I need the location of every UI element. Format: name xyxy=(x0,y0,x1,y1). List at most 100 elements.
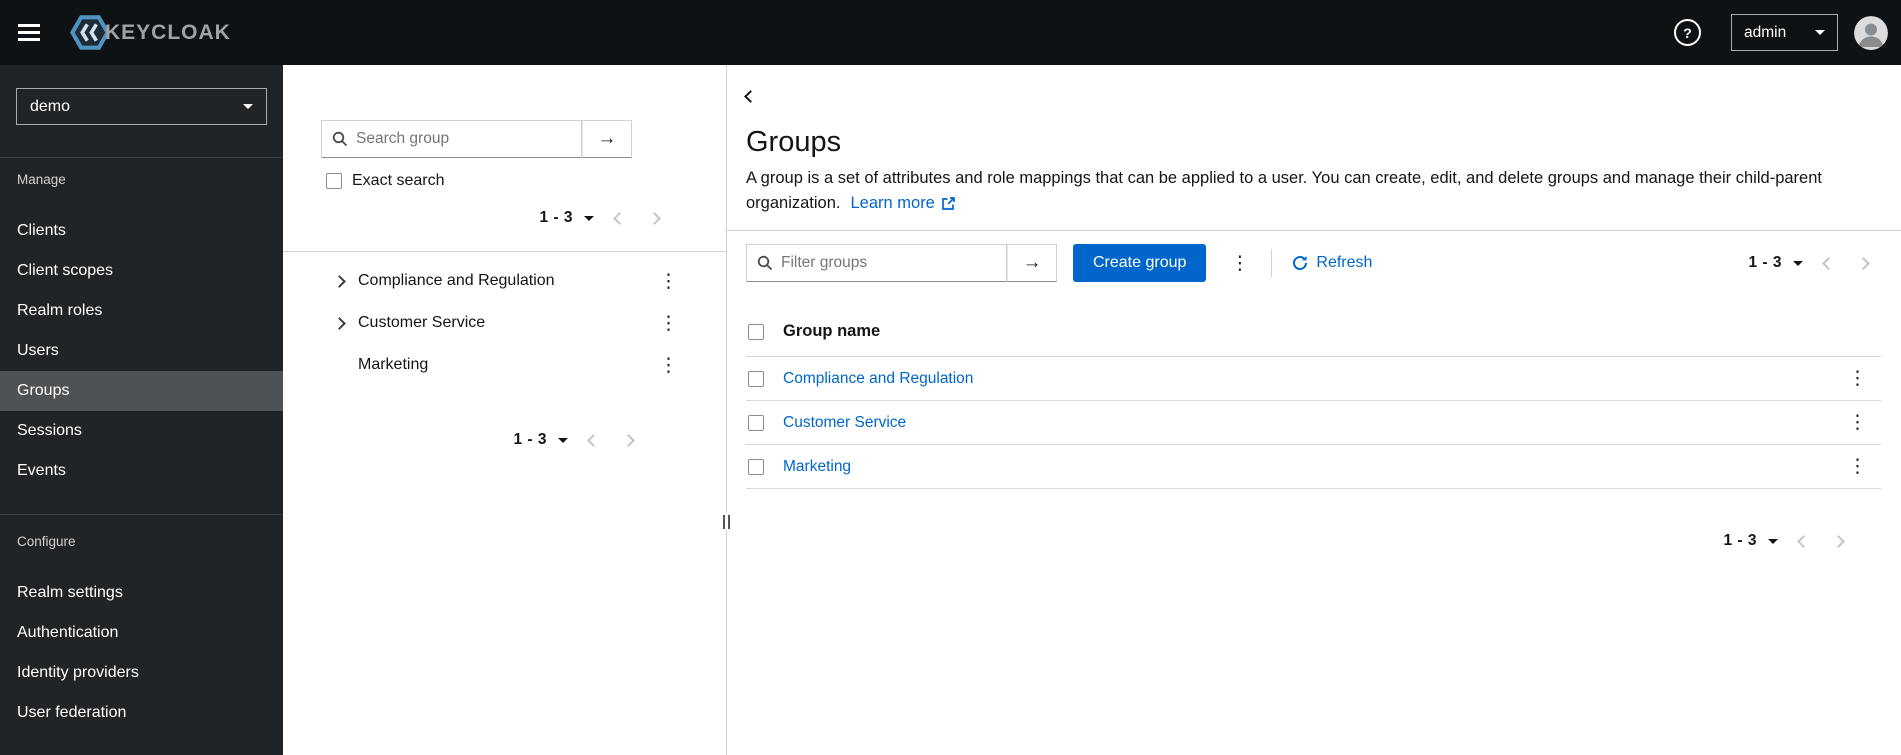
row-kebab-menu-button[interactable]: ⋮ xyxy=(1840,457,1875,476)
next-page-button[interactable] xyxy=(637,208,672,229)
prev-page-button[interactable] xyxy=(602,208,637,229)
search-group-input[interactable] xyxy=(356,130,571,148)
groups-toolbar: → Create group ⋮ Refresh 1 - 3 xyxy=(746,231,1881,295)
pagination-range: 1 - 3 xyxy=(1723,532,1757,549)
prev-page-button[interactable] xyxy=(576,430,611,451)
pagination-menu-toggle[interactable]: 1 - 3 xyxy=(1715,526,1786,556)
prev-page-button[interactable] xyxy=(1811,253,1846,274)
sidebar-item-realm-roles[interactable]: Realm roles xyxy=(0,291,283,331)
table-pagination-top: 1 - 3 xyxy=(1740,245,1881,281)
row-checkbox[interactable] xyxy=(748,458,764,475)
search-icon xyxy=(332,131,348,147)
groups-tree-panel: → Exact search 1 - 3 Compliance and Regu… xyxy=(283,65,732,755)
next-page-button[interactable] xyxy=(611,430,646,451)
refresh-button[interactable]: Refresh xyxy=(1292,254,1372,272)
chevron-right-icon xyxy=(332,316,346,330)
sidebar-item-client-scopes[interactable]: Client scopes xyxy=(0,251,283,291)
chevron-right-icon xyxy=(1857,256,1870,270)
username-label: admin xyxy=(1744,23,1787,41)
row-kebab-menu-button[interactable]: ⋮ xyxy=(1840,369,1875,388)
panel-resize-handle[interactable] xyxy=(721,513,732,530)
hamburger-menu-button[interactable] xyxy=(18,13,60,53)
kebab-menu-button[interactable]: ⋮ xyxy=(651,272,686,291)
keycloak-logo-icon xyxy=(70,14,110,51)
chevron-down-icon xyxy=(584,215,594,221)
realm-selector-dropdown[interactable]: demo xyxy=(16,88,267,125)
tree-item-label[interactable]: Customer Service xyxy=(358,314,485,332)
chevron-right-icon xyxy=(332,274,346,288)
pagination-menu-toggle[interactable]: 1 - 3 xyxy=(531,203,602,233)
sidebar-item-user-federation[interactable]: User federation xyxy=(0,693,283,733)
filter-groups-input[interactable] xyxy=(781,254,996,272)
sidebar-item-authentication[interactable]: Authentication xyxy=(0,613,283,653)
chevron-right-icon xyxy=(622,433,635,447)
chevron-down-icon xyxy=(1815,30,1825,35)
chevron-down-icon xyxy=(1793,260,1803,266)
chevron-down-icon xyxy=(243,104,253,109)
table-row: Compliance and Regulation ⋮ xyxy=(746,357,1881,401)
next-page-button[interactable] xyxy=(1821,531,1856,552)
sidebar-item-users[interactable]: Users xyxy=(0,331,283,371)
avatar[interactable] xyxy=(1854,15,1888,50)
row-checkbox[interactable] xyxy=(748,414,764,431)
realm-name: demo xyxy=(30,97,71,115)
group-name-link[interactable]: Marketing xyxy=(783,458,851,476)
learn-more-link[interactable]: Learn more xyxy=(850,191,955,216)
row-kebab-menu-button[interactable]: ⋮ xyxy=(1840,413,1875,432)
chevron-left-icon xyxy=(744,90,757,103)
brand-logo: KEYCLOAK xyxy=(70,14,231,51)
sidebar-item-identity-providers[interactable]: Identity providers xyxy=(0,653,283,693)
exact-search-label: Exact search xyxy=(352,172,445,189)
pagination-menu-toggle[interactable]: 1 - 3 xyxy=(505,425,576,455)
expand-toggle[interactable] xyxy=(330,273,348,290)
next-page-button[interactable] xyxy=(1846,253,1881,274)
nav-section-manage: Manage xyxy=(17,172,66,187)
nav-section-configure: Configure xyxy=(17,534,76,549)
chevron-left-icon xyxy=(587,433,600,447)
toolbar-kebab-menu-button[interactable]: ⋮ xyxy=(1220,250,1259,277)
sidebar-nav: demo Manage Clients Client scopes Realm … xyxy=(0,65,283,755)
tree-pagination-top: 1 - 3 xyxy=(283,200,726,236)
group-name-link[interactable]: Customer Service xyxy=(783,414,906,432)
brand-text: KEYCLOAK xyxy=(105,20,231,44)
chevron-down-icon xyxy=(558,437,568,443)
sidebar-item-clients[interactable]: Clients xyxy=(0,211,283,251)
prev-page-button[interactable] xyxy=(1786,531,1821,552)
chevron-down-icon xyxy=(1768,538,1778,544)
user-menu-dropdown[interactable]: admin xyxy=(1731,14,1838,51)
row-checkbox[interactable] xyxy=(748,370,764,387)
search-icon xyxy=(757,255,773,271)
exact-search-checkbox[interactable] xyxy=(326,173,342,189)
search-submit-button[interactable]: → xyxy=(582,120,632,158)
kebab-menu-button[interactable]: ⋮ xyxy=(651,314,686,333)
help-icon[interactable]: ? xyxy=(1674,19,1701,46)
toolbar-divider xyxy=(1271,249,1273,277)
chevron-left-icon xyxy=(1797,534,1810,548)
page-description: A group is a set of attributes and role … xyxy=(746,166,1881,216)
table-row: Marketing ⋮ xyxy=(746,445,1881,489)
refresh-icon xyxy=(1292,255,1308,271)
tree-item: Marketing ⋮ xyxy=(283,344,726,386)
expand-toggle[interactable] xyxy=(330,315,348,332)
tree-item-label[interactable]: Compliance and Regulation xyxy=(358,272,555,290)
sidebar-item-events[interactable]: Events xyxy=(0,451,283,491)
group-name-link[interactable]: Compliance and Regulation xyxy=(783,370,973,388)
masthead: KEYCLOAK ? admin xyxy=(0,0,1901,65)
sidebar-item-sessions[interactable]: Sessions xyxy=(0,411,283,451)
table-pagination-bottom: 1 - 3 xyxy=(746,523,1881,559)
hamburger-icon xyxy=(18,24,40,27)
create-group-button[interactable]: Create group xyxy=(1073,244,1207,282)
select-all-checkbox[interactable] xyxy=(748,323,764,340)
sidebar-item-realm-settings[interactable]: Realm settings xyxy=(0,573,283,613)
tree-item-label[interactable]: Marketing xyxy=(358,356,428,374)
groups-table: Group name Compliance and Regulation ⋮ C… xyxy=(746,307,1881,489)
pagination-range: 1 - 3 xyxy=(513,431,547,448)
group-name-column-header: Group name xyxy=(783,322,881,340)
pagination-menu-toggle[interactable]: 1 - 3 xyxy=(1740,248,1811,278)
collapse-panel-button[interactable] xyxy=(740,90,761,103)
chevron-left-icon xyxy=(1822,256,1835,270)
filter-submit-button[interactable]: → xyxy=(1007,244,1057,282)
sidebar-item-groups[interactable]: Groups xyxy=(0,371,283,411)
table-row: Customer Service ⋮ xyxy=(746,401,1881,445)
kebab-menu-button[interactable]: ⋮ xyxy=(651,356,686,375)
